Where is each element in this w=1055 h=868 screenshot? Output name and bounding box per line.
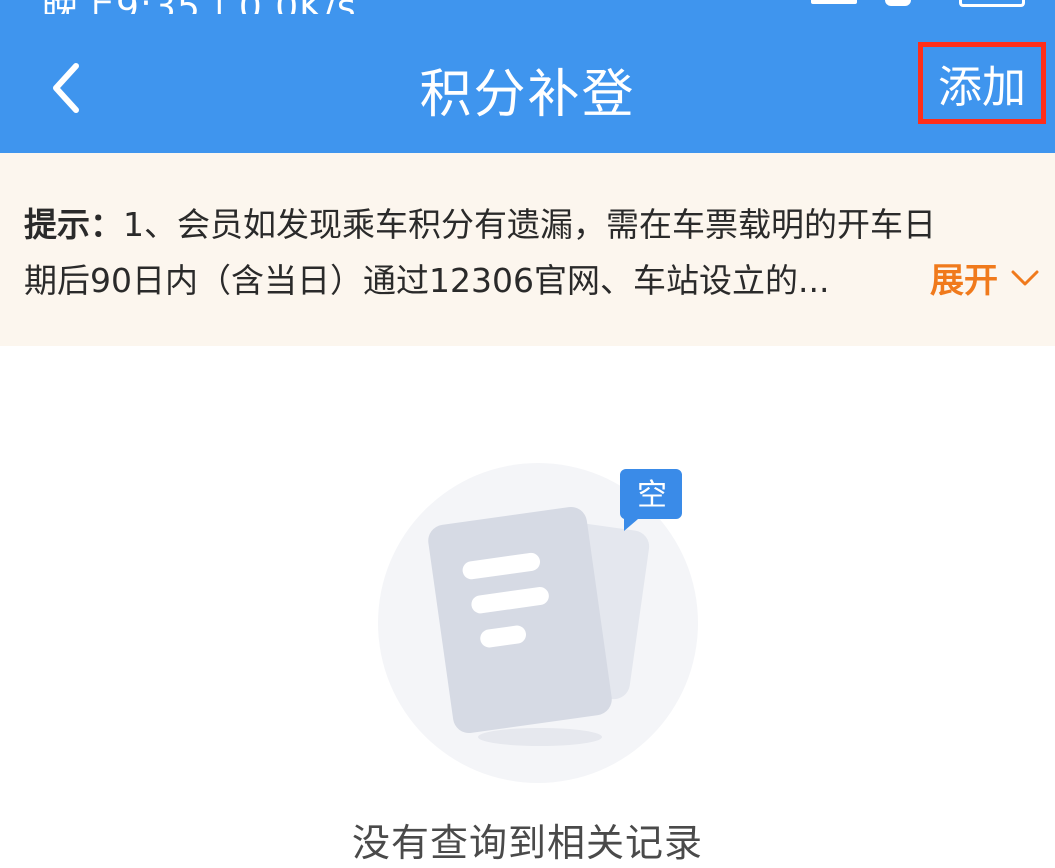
notice-line-1: 提示：1、会员如发现乘车积分有遗漏，需在车票载明的开车日 xyxy=(24,197,1033,253)
empty-document-icon: 空 xyxy=(378,463,698,783)
expand-label: 展开 xyxy=(930,261,998,301)
battery-icon xyxy=(959,0,1025,7)
notice-text-line-1: 1、会员如发现乘车积分有遗漏，需在车票载明的开车日 xyxy=(123,205,936,244)
signal-icon xyxy=(811,0,857,4)
top-navigation-bar: 晚上9:35 | 0.0K/s 积分补登 添加 xyxy=(0,0,1055,153)
chevron-down-icon xyxy=(1011,270,1039,286)
add-button[interactable]: 添加 xyxy=(918,42,1046,124)
empty-state-illustration: 空 xyxy=(370,455,710,795)
notice-text-line-2: 期后90日内（含当日）通过12306官网、车站设立的... xyxy=(24,261,830,300)
notice-banner: 提示：1、会员如发现乘车积分有遗漏，需在车票载明的开车日 期后90日内（含当日）… xyxy=(0,153,1055,346)
notice-line-2: 期后90日内（含当日）通过12306官网、车站设立的... xyxy=(24,253,1033,309)
status-bar: 晚上9:35 | 0.0K/s xyxy=(0,0,1055,14)
empty-state-message: 没有查询到相关记录 xyxy=(351,821,703,865)
empty-badge-text: 空 xyxy=(637,478,667,513)
notice-label: 提示： xyxy=(24,205,123,244)
page-title: 积分补登 xyxy=(419,65,636,125)
wifi-icon xyxy=(885,0,911,6)
status-bar-text: 晚上9:35 | 0.0K/s xyxy=(42,0,357,14)
expand-button[interactable]: 展开 xyxy=(930,253,1040,309)
